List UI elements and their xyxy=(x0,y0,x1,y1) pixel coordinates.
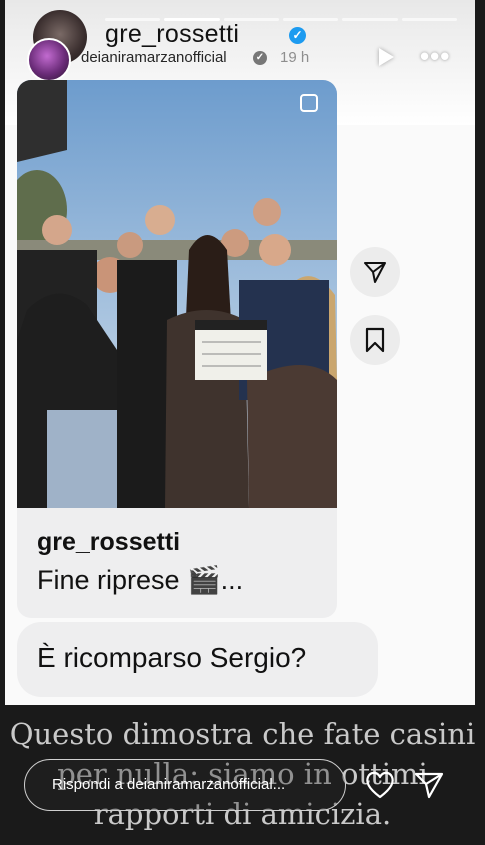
bookmark-icon xyxy=(365,327,385,353)
heart-icon[interactable] xyxy=(364,770,396,800)
progress-segment xyxy=(401,18,457,21)
send-icon[interactable] xyxy=(413,770,445,800)
story-frame[interactable]: gre_rossetti ✓ deianiramarzanofficial ✓ … xyxy=(5,0,475,705)
reply-input[interactable]: Rispondi a deianiramarzanofficial... xyxy=(24,759,346,811)
save-button[interactable] xyxy=(350,315,400,365)
post-username[interactable]: gre_rossetti xyxy=(37,528,180,557)
reply-input-placeholder: Rispondi a deianiramarzanofficial... xyxy=(52,776,286,793)
post-photo[interactable] xyxy=(17,80,337,508)
verified-badge-icon: ✓ xyxy=(289,27,306,44)
share-button[interactable] xyxy=(350,247,400,297)
shared-post-card[interactable]: gre_rossetti Fine riprese 🎬... xyxy=(17,80,337,618)
multiple-photos-icon xyxy=(300,94,318,112)
reply-message-text: È ricomparso Sergio? xyxy=(37,642,307,673)
verified-badge-icon: ✓ xyxy=(253,51,267,65)
play-icon[interactable] xyxy=(379,48,394,66)
more-icon[interactable]: ••• xyxy=(420,41,450,72)
reply-message-bubble: È ricomparso Sergio? xyxy=(17,622,378,697)
story-timestamp: 19 h xyxy=(280,49,310,66)
group-photo-image xyxy=(17,80,337,508)
reposted-username[interactable]: gre_rossetti xyxy=(105,20,239,49)
progress-segment xyxy=(342,18,398,21)
post-caption: Fine riprese 🎬... xyxy=(37,565,244,595)
poster-avatar[interactable] xyxy=(27,38,71,82)
progress-segment xyxy=(282,18,339,21)
send-icon xyxy=(364,262,386,283)
overlay-text-line: Questo dimostra che fate casini xyxy=(9,717,476,751)
poster-username[interactable]: deianiramarzanofficial xyxy=(81,49,227,66)
